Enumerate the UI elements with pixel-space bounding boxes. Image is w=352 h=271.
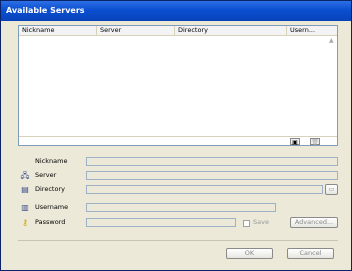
user-icon: ▥ — [21, 203, 29, 212]
server-label: Server — [35, 171, 57, 179]
list-header: Nickname Server Directory Usern... — [19, 26, 337, 36]
password-label: Password — [35, 218, 66, 226]
save-password-checkbox[interactable] — [243, 220, 250, 227]
save-label: Save — [253, 218, 269, 226]
available-servers-dialog: Available Servers Nickname Server Direct… — [0, 0, 352, 271]
separator — [18, 240, 338, 241]
column-directory[interactable]: Directory — [175, 26, 287, 35]
folder-icon: ▤ — [21, 185, 29, 194]
ok-button[interactable]: OK — [226, 248, 273, 259]
list-toolbar: ▣ 🗑 — [19, 136, 337, 146]
username-label: Username — [35, 203, 69, 211]
key-icon: ⚷ — [22, 218, 28, 227]
window-title: Available Servers — [6, 6, 85, 15]
column-nickname[interactable]: Nickname — [19, 26, 97, 35]
nickname-field[interactable] — [86, 157, 338, 166]
nickname-label: Nickname — [35, 157, 68, 165]
column-username[interactable]: Usern... — [287, 26, 337, 35]
username-field[interactable] — [86, 203, 276, 212]
directory-field[interactable] — [86, 185, 323, 194]
advanced-button[interactable]: Advanced... — [290, 217, 338, 228]
cancel-button[interactable]: Cancel — [287, 248, 334, 259]
server-field[interactable] — [86, 171, 338, 180]
add-icon[interactable]: ▣ — [290, 138, 300, 146]
column-server[interactable]: Server — [97, 26, 175, 35]
browse-folder-icon[interactable]: ▭ — [325, 184, 338, 195]
directory-label: Directory — [35, 185, 65, 193]
delete-icon[interactable]: 🗑 — [310, 138, 320, 146]
scroll-up-icon[interactable]: ▲ — [329, 38, 335, 44]
servers-list[interactable]: Nickname Server Directory Usern... ▲ ▣ 🗑 — [18, 25, 338, 146]
password-field[interactable] — [86, 218, 236, 227]
title-bar: Available Servers — [1, 1, 351, 21]
server-icon: 🖧 — [20, 171, 30, 180]
